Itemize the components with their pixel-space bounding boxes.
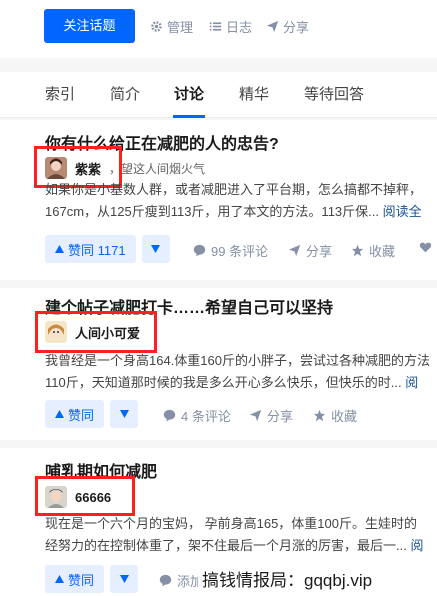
comment-icon — [163, 409, 176, 422]
manage-button[interactable]: 管理 — [150, 17, 193, 36]
excerpt-line: 我曾经是一个身高164.体重160斤的小胖子，尝试过各种减肥的方法 — [45, 353, 430, 368]
comment-count: 99 条评论 — [211, 244, 269, 259]
favorite-button[interactable]: 收藏 — [313, 406, 357, 425]
downvote-button[interactable] — [110, 400, 139, 428]
like-button[interactable] — [419, 241, 432, 254]
triangle-down-icon — [151, 245, 161, 253]
share-label: 分享 — [267, 409, 294, 424]
share-icon — [266, 20, 279, 33]
answer-actions: 赞同 1171 99 条评论 分享 收藏 — [45, 235, 432, 263]
favorite-label: 收藏 — [369, 244, 396, 259]
log-label: 日志 — [226, 20, 253, 35]
comment-button[interactable]: 4 条评论 — [163, 406, 231, 425]
read-all-link[interactable]: 阅 — [405, 375, 418, 390]
star-icon — [313, 409, 326, 422]
favorite-button[interactable]: 收藏 — [351, 241, 395, 260]
excerpt-line: 167cm，从125斤瘦到113斤，用了本文的方法。113斤保... — [45, 204, 379, 219]
highlight-box — [35, 476, 135, 516]
list-icon — [209, 22, 222, 31]
tab-intro[interactable]: 简介 — [110, 83, 140, 104]
answer-excerpt[interactable]: 我曾经是一个身高164.体重160斤的小胖子，尝试过各种减肥的方法 110斤，天… — [45, 350, 437, 394]
comment-button[interactable]: 99 条评论 — [193, 241, 268, 260]
share-label: 分享 — [306, 244, 333, 259]
share-button[interactable]: 分享 — [288, 241, 332, 260]
topic-tabs: 索引 简介 讨论 精华 等待回答 — [0, 72, 437, 118]
share-topic-button[interactable]: 分享 — [266, 17, 309, 36]
read-all-link[interactable]: 阅读全 — [383, 204, 422, 219]
share-icon — [249, 409, 262, 422]
triangle-up-icon — [55, 410, 64, 418]
downvote-button[interactable] — [110, 565, 139, 593]
gear-icon — [151, 21, 162, 32]
comment-icon — [193, 244, 206, 257]
triangle-up-icon — [55, 575, 64, 583]
share-topic-label: 分享 — [283, 20, 310, 35]
manage-label: 管理 — [167, 20, 194, 35]
share-icon — [288, 244, 301, 257]
author-bio: ，望这人间烟火气 — [109, 161, 206, 176]
add-comment-button[interactable]: 添加 — [159, 571, 203, 590]
upvote-label: 赞同 — [68, 572, 95, 588]
upvote-label: 赞同 — [68, 407, 95, 423]
watermark-text: 搞钱情报局：gqqbj.vip — [198, 566, 377, 591]
answer-excerpt[interactable]: 如果你是小基数人群，或者减肥进入了平台期，怎么搞都不掉秤， 167cm，从125… — [45, 179, 437, 223]
answer-excerpt[interactable]: 现在是一个六个月的宝妈， 孕前身高165，体重100斤。生娃时的 经努力的在控制… — [45, 513, 437, 557]
heart-icon — [419, 242, 432, 253]
excerpt-line: 现在是一个六个月的宝妈， 孕前身高165，体重100斤。生娃时的 — [45, 516, 417, 531]
upvote-button[interactable]: 赞同 1171 — [45, 235, 136, 263]
highlight-box — [35, 311, 157, 353]
log-button[interactable]: 日志 — [209, 17, 252, 36]
triangle-up-icon — [55, 245, 64, 253]
excerpt-line: 如果你是小基数人群，或者减肥进入了平台期，怎么搞都不掉秤， — [45, 182, 423, 197]
excerpt-line: 110斤，天知道那时候的我是多么开心多么快乐，但快乐的时... — [45, 375, 402, 390]
tab-index[interactable]: 索引 — [45, 83, 75, 104]
answer-actions: 赞同 添加 — [45, 565, 203, 593]
upvote-button[interactable]: 赞同 — [45, 400, 105, 428]
favorite-label: 收藏 — [331, 409, 358, 424]
answer-card: 你有什么给正在减肥的人的忠告? 紫紫 ，望这人间烟火气 如果你是小基数人群，或者… — [0, 120, 437, 280]
tab-waiting-answers[interactable]: 等待回答 — [304, 83, 364, 104]
comment-count: 4 条评论 — [181, 409, 231, 424]
answer-actions: 赞同 4 条评论 分享 收藏 — [45, 400, 357, 428]
follow-topic-button[interactable]: 关注话题 — [44, 9, 135, 43]
tab-discussion[interactable]: 讨论 — [174, 83, 204, 104]
tab-featured[interactable]: 精华 — [239, 83, 269, 104]
upvote-label: 赞同 1171 — [68, 242, 126, 258]
share-button[interactable]: 分享 — [249, 406, 293, 425]
answer-card: 建个帖子减肥打卡……希望自己可以坚持 人间小可爱 我曾经是一个身高164.体重1… — [0, 288, 437, 440]
active-tab-indicator — [173, 115, 205, 118]
comment-icon — [159, 574, 172, 587]
upvote-button[interactable]: 赞同 — [45, 565, 105, 593]
excerpt-line: 经努力的在控制体重了，架不住最后一个月涨的厉害，最后一... — [45, 538, 407, 553]
triangle-down-icon — [119, 410, 129, 418]
read-all-link[interactable]: 阅 — [410, 538, 423, 553]
star-icon — [351, 244, 364, 257]
downvote-button[interactable] — [141, 235, 170, 263]
topic-header: 关注话题 管理 日志 分享 — [0, 0, 437, 58]
triangle-down-icon — [119, 575, 129, 583]
